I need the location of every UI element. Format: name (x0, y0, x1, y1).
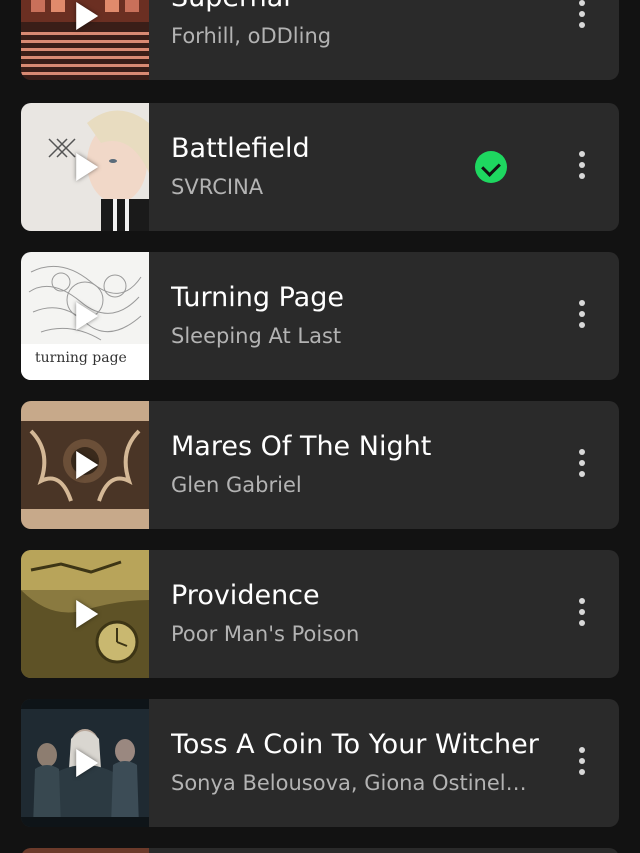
track-title[interactable]: Turning Page (171, 282, 344, 313)
track-row[interactable]: Battlefield SVRCINA (21, 103, 619, 231)
track-title[interactable]: Toss A Coin To Your Witcher (171, 729, 539, 760)
track-row[interactable]: Providence Poor Man's Poison (21, 550, 619, 678)
more-vertical-icon[interactable] (577, 151, 587, 183)
track-artist[interactable]: SVRCINA (171, 175, 263, 199)
track-artist[interactable]: Poor Man's Poison (171, 622, 359, 646)
track-row[interactable]: Mares Of The Night Glen Gabriel (21, 401, 619, 529)
more-vertical-icon[interactable] (577, 300, 587, 332)
play-icon[interactable] (76, 749, 99, 777)
track-title[interactable]: Mares Of The Night (171, 431, 431, 462)
more-vertical-icon[interactable] (577, 449, 587, 481)
play-icon[interactable] (76, 153, 99, 181)
track-row[interactable]: Toss A Coin To Your Witcher Sonya Belous… (21, 699, 619, 827)
more-vertical-icon[interactable] (577, 0, 587, 32)
track-row[interactable]: Supernal Forhill, oDDling (21, 0, 619, 80)
album-cover[interactable] (21, 699, 149, 827)
cover-text: turning page (35, 350, 127, 366)
album-cover[interactable] (21, 848, 149, 853)
downloaded-check-icon (475, 151, 507, 183)
track-list: Supernal Forhill, oDDling (0, 0, 640, 853)
play-icon[interactable] (76, 302, 99, 330)
play-icon[interactable] (76, 600, 99, 628)
album-cover[interactable] (21, 401, 149, 529)
album-cover[interactable] (21, 103, 149, 231)
track-title[interactable]: Supernal (171, 0, 291, 13)
album-cover[interactable] (21, 0, 149, 80)
track-artist[interactable]: Glen Gabriel (171, 473, 302, 497)
play-icon[interactable] (76, 2, 99, 30)
play-icon[interactable] (76, 451, 99, 479)
track-title[interactable]: Providence (171, 580, 320, 611)
album-cover[interactable] (21, 550, 149, 678)
track-row[interactable]: turning page Turning Page Sleeping At La… (21, 252, 619, 380)
track-artist[interactable]: Sleeping At Last (171, 324, 341, 348)
track-artist[interactable]: Forhill, oDDling (171, 24, 331, 48)
album-cover[interactable]: turning page (21, 252, 149, 380)
track-row[interactable] (21, 848, 619, 853)
track-title[interactable]: Battlefield (171, 133, 310, 164)
track-artist[interactable]: Sonya Belousova, Giona Ostinelli... (171, 771, 531, 795)
more-vertical-icon[interactable] (577, 747, 587, 779)
more-vertical-icon[interactable] (577, 598, 587, 630)
